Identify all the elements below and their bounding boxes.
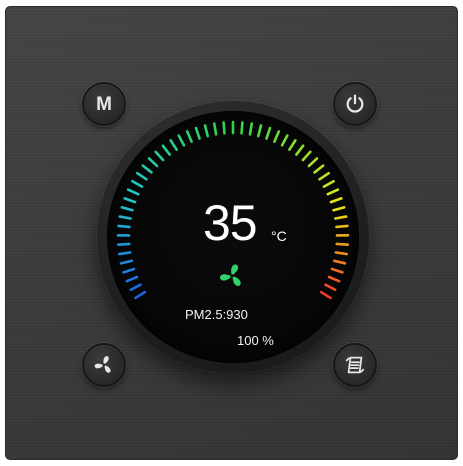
display-screen: 35 °C PM2.5:930 100 %	[107, 111, 359, 363]
scale-tick	[125, 275, 139, 283]
scale-tick	[301, 150, 312, 162]
temperature-unit: °C	[271, 228, 287, 244]
scale-tick	[332, 259, 347, 265]
scale-tick	[280, 134, 289, 147]
scale-tick	[313, 164, 325, 174]
scale-tick	[330, 267, 344, 274]
scale-tick	[123, 197, 137, 204]
scale-tick	[147, 157, 159, 168]
scale-tick	[307, 157, 319, 168]
scale-tick	[136, 171, 148, 181]
scale-tick	[116, 242, 131, 247]
scale-tick	[265, 126, 272, 140]
scale-tick	[257, 124, 263, 138]
scale-tick	[332, 206, 346, 212]
scale-tick	[322, 179, 335, 188]
scale-tick	[319, 290, 332, 300]
scale-tick	[117, 251, 132, 256]
scale-tick	[122, 267, 136, 274]
scale-tick	[141, 164, 153, 174]
scale-tick	[222, 121, 226, 135]
scale-tick	[288, 139, 297, 151]
fan-status-icon	[219, 264, 241, 287]
scale-tick	[248, 122, 254, 136]
scale-tick	[126, 188, 140, 196]
scale-tick	[177, 134, 186, 147]
scale-tick	[120, 206, 134, 212]
scale-tick	[169, 139, 178, 151]
scale-tick	[273, 130, 281, 143]
control-panel: M 35 °C PM2.5:930 100 %	[5, 6, 458, 460]
scale-tick	[295, 144, 305, 156]
scale-tick	[335, 242, 350, 247]
scale-tick	[240, 121, 244, 135]
scale-tick	[131, 179, 144, 188]
scale-tick	[334, 251, 349, 256]
scale-tick	[129, 283, 142, 292]
temperature-value: 35	[203, 195, 258, 251]
scale-tick	[194, 126, 201, 140]
pm25-reading: PM2.5:930	[185, 307, 248, 322]
scale-tick	[203, 124, 209, 138]
scale-tick	[329, 197, 343, 204]
scale-tick	[324, 283, 337, 292]
scale-tick	[326, 188, 340, 196]
scale-tick	[119, 259, 134, 265]
scale-tick	[185, 130, 193, 143]
scale-tick	[334, 215, 348, 220]
scale-tick	[335, 224, 349, 229]
scale-tick	[212, 122, 218, 136]
scale-tick	[118, 215, 132, 220]
scale-tick	[318, 171, 330, 181]
percent-reading: 100 %	[237, 333, 274, 348]
scale-tick	[161, 144, 171, 156]
scale-tick	[327, 275, 341, 283]
scale-tick	[117, 224, 131, 229]
scale-tick	[154, 150, 165, 162]
scale-tick	[134, 290, 147, 300]
